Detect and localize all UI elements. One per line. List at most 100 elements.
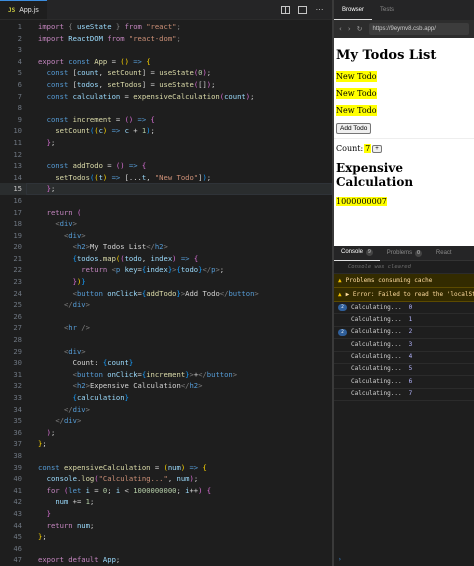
line-number: 13	[13, 161, 22, 171]
line-number: 3	[17, 45, 22, 55]
line-number: 18	[13, 219, 22, 229]
code-line[interactable]: 12	[0, 149, 332, 161]
url-input[interactable]: https://9eymv8.csb.app/	[368, 23, 469, 35]
code-line[interactable]: 29 <div>	[0, 346, 332, 358]
console-log-row: Calculating... 1	[334, 314, 474, 327]
code-line[interactable]: 13 const addTodo = () => {	[0, 160, 332, 172]
code-line[interactable]: 20 <h2>My Todos List</h2>	[0, 241, 332, 253]
line-number: 40	[13, 474, 22, 484]
code-line[interactable]: 17 return (	[0, 207, 332, 219]
code-line[interactable]: 3	[0, 44, 332, 56]
code-line[interactable]: 6 const [todos, setTodos] = useState([])…	[0, 79, 332, 91]
code-line[interactable]: 41 for (let i = 0; i < 1000000000; i++) …	[0, 485, 332, 497]
code-editor[interactable]: JS App.js ⋯ 1 import { useState } from "r…	[0, 0, 332, 566]
forward-icon[interactable]: ›	[348, 25, 351, 33]
line-source	[22, 450, 38, 462]
line-number: 32	[13, 381, 22, 391]
log-value: 6	[408, 377, 413, 385]
code-line[interactable]: 19 <div>	[0, 230, 332, 242]
back-icon[interactable]: ‹	[339, 25, 342, 33]
tab-console[interactable]: Console 9	[334, 246, 380, 261]
code-line[interactable]: 7 const calculation = expensiveCalculati…	[0, 91, 332, 103]
line-source: <button onClick={increment}>+</button>	[72, 369, 238, 379]
tab-react[interactable]: React	[429, 246, 459, 261]
code-line[interactable]: 22 return <p key={index}>{todo}</p>;	[0, 264, 332, 276]
line-source	[22, 44, 38, 56]
code-line[interactable]: 37};	[0, 438, 332, 450]
code-line[interactable]: 5 const [count, setCount] = useState(0);	[0, 67, 332, 79]
line-source: export const App = () => {	[38, 56, 151, 66]
console-prompt[interactable]: ›	[338, 556, 342, 563]
code-line[interactable]: 24 <button onClick={addTodo}>Add Todo</b…	[0, 288, 332, 300]
code-line[interactable]: 25 </div>	[0, 299, 332, 311]
code-line[interactable]: 4 export const App = () => {	[0, 56, 332, 68]
tab-problems[interactable]: Problems 0	[380, 246, 429, 261]
line-source: import ReactDOM from "react-dom";	[38, 33, 181, 43]
code-line[interactable]: 32 <h2>Expensive Calculation</h2>	[0, 380, 332, 392]
line-number: 28	[13, 335, 22, 345]
line-number: 41	[13, 485, 22, 495]
code-line[interactable]: 27 <hr />	[0, 322, 332, 334]
add-todo-button[interactable]: Add Todo	[336, 123, 372, 134]
line-source	[22, 195, 38, 207]
code-line[interactable]: 9 const increment = () => {	[0, 114, 332, 126]
line-source: const calculation = expensiveCalculation…	[46, 91, 255, 101]
code-line[interactable]: 18 <div>	[0, 218, 332, 230]
code-line[interactable]: 15 };	[0, 183, 332, 195]
code-line[interactable]: 11 };	[0, 137, 332, 149]
tab-browser[interactable]: Browser	[334, 0, 373, 20]
code-line[interactable]: 42 num += 1;	[0, 496, 332, 508]
code-line[interactable]: 2 import ReactDOM from "react-dom";	[0, 33, 332, 45]
code-line[interactable]: 21 {todos.map((todo, index) => {	[0, 253, 332, 265]
tab-tests[interactable]: Tests	[372, 0, 402, 20]
code-line[interactable]: 31 <button onClick={increment}>+</button…	[0, 369, 332, 381]
split-editor-icon[interactable]	[281, 5, 290, 14]
code-line[interactable]: 35 </div>	[0, 415, 332, 427]
log-message: Calculating...	[351, 340, 402, 348]
code-line[interactable]: 23 })}	[0, 276, 332, 288]
code-line[interactable]: 28	[0, 334, 332, 346]
code-line[interactable]: 47 export default App;	[0, 554, 332, 566]
repeat-count-badge: 2	[338, 304, 347, 312]
refresh-icon[interactable]: ↻	[357, 25, 363, 33]
code-line[interactable]: 39 const expensiveCalculation = (num) => …	[0, 462, 332, 474]
list-item: New Todo	[336, 88, 377, 99]
code-line[interactable]: 46	[0, 543, 332, 555]
line-source: );	[46, 427, 56, 437]
line-number: 12	[13, 149, 22, 159]
line-number: 11	[13, 137, 22, 147]
code-line[interactable]: 8	[0, 102, 332, 114]
line-number: 31	[13, 369, 22, 379]
log-message: Calculating...	[351, 365, 402, 373]
line-source: <h2>My Todos List</h2>	[72, 242, 168, 252]
line-source: }	[46, 508, 51, 518]
code-line[interactable]: 14 setTodos((t) => [...t, "New Todo"]);	[0, 172, 332, 184]
line-number: 23	[13, 277, 22, 287]
code-area[interactable]: 1 import { useState } from "react"; 2 impor…	[0, 20, 332, 566]
code-line[interactable]: 33 {calculation}	[0, 392, 332, 404]
code-line[interactable]: 36 );	[0, 427, 332, 439]
list-item: New Todo	[336, 105, 377, 116]
code-line[interactable]: 38	[0, 450, 332, 462]
more-actions-icon[interactable]: ⋯	[315, 5, 324, 14]
line-number: 44	[13, 520, 22, 530]
line-source	[22, 334, 38, 346]
calculation-heading: Expensive Calculation	[336, 161, 414, 189]
code-line[interactable]: 43 }	[0, 508, 332, 520]
code-line[interactable]: 16	[0, 195, 332, 207]
line-number: 37	[13, 439, 22, 449]
code-line[interactable]: 10 setCount((c) => c + 1);	[0, 125, 332, 137]
code-line[interactable]: 40 console.log("Calculating...", num);	[0, 473, 332, 485]
code-line[interactable]: 45};	[0, 531, 332, 543]
code-line[interactable]: 44 return num;	[0, 520, 332, 532]
line-source: console.log("Calculating...", num);	[46, 474, 199, 484]
warning-row[interactable]: ▲ ▶ Error: Failed to read the 'localSt	[334, 288, 474, 302]
code-line[interactable]: 30 Count: {count}	[0, 357, 332, 369]
line-source: })}	[72, 277, 86, 287]
code-line[interactable]: 1 import { useState } from "react";	[0, 21, 332, 33]
editor-tab-app-js[interactable]: JS App.js	[0, 0, 47, 19]
code-line[interactable]: 34 </div>	[0, 404, 332, 416]
code-line[interactable]: 26	[0, 311, 332, 323]
increment-button[interactable]: +	[372, 144, 382, 153]
toggle-layout-icon[interactable]	[298, 5, 307, 14]
